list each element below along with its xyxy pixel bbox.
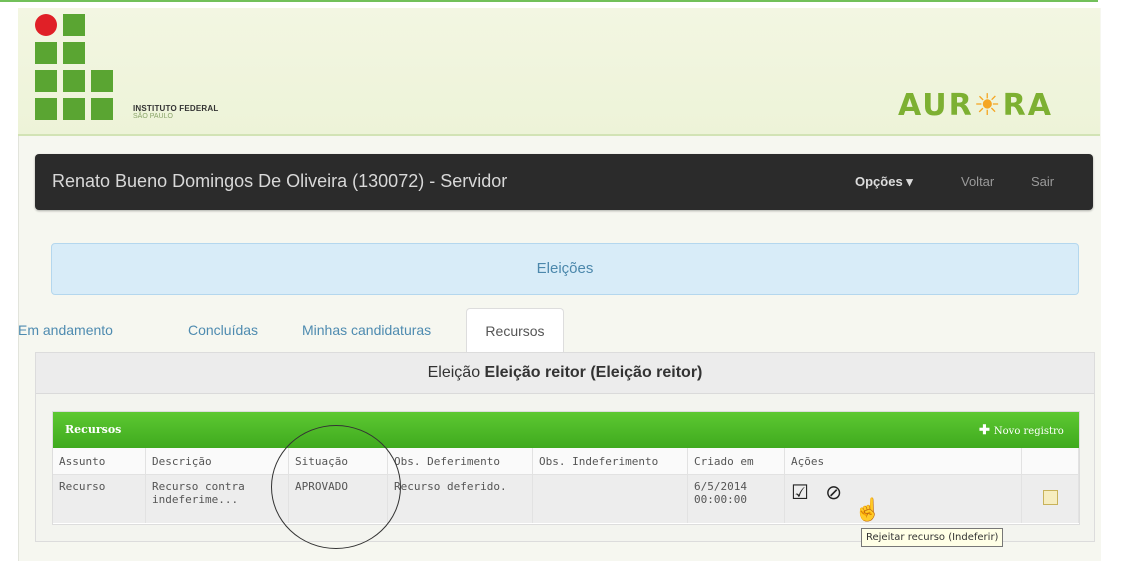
logo-red-dot — [35, 14, 57, 36]
back-link[interactable]: Voltar — [961, 174, 994, 189]
election-panel: Eleição Eleição reitor (Eleição reitor) … — [35, 352, 1095, 542]
cell-edit — [1021, 474, 1079, 523]
aurora-sun-icon: ☀ — [973, 88, 1003, 123]
aurora-logo: AUR☀RA — [898, 88, 1053, 123]
reject-tooltip: Rejeitar recurso (Indeferir) — [861, 528, 1004, 547]
if-logo — [35, 14, 135, 124]
cell-assunto: Recurso — [53, 474, 146, 523]
recursos-grid: Recursos ✚ Novo registro Assunto Descriçã… — [52, 411, 1080, 525]
election-title: Eleição Eleição reitor (Eleição reitor) — [36, 353, 1094, 394]
criado-date: 6/5/2014 — [694, 480, 747, 493]
recursos-toolbar: Recursos ✚ Novo registro — [53, 412, 1079, 448]
descricao-line2: indeferime... — [152, 493, 239, 506]
institution-line1: INSTITUTO FEDERAL — [133, 104, 219, 113]
cell-criado-em: 6/5/2014 00:00:00 — [687, 474, 785, 523]
table-row: Recurso Recurso contra indeferime... APRO… — [53, 474, 1079, 523]
new-record-label: Novo registro — [993, 426, 1064, 437]
descricao-line1: Recurso contra — [152, 480, 245, 493]
col-obs-indeferimento[interactable]: Obs. Indeferimento — [532, 448, 688, 475]
col-descricao[interactable]: Descrição — [145, 448, 289, 475]
cell-acoes: ☑ ⊘ — [784, 474, 1022, 523]
logout-link[interactable]: Sair — [1031, 174, 1054, 189]
reject-ban-icon[interactable]: ⊘ — [825, 480, 842, 504]
plus-icon: ✚ — [979, 423, 990, 438]
tabs-bar: Em andamento Concluídas Minhas candidatu… — [18, 308, 1094, 353]
hand-drawn-circle-annotation — [271, 425, 401, 549]
tab-minhas-candidaturas[interactable]: Minhas candidaturas — [302, 322, 431, 338]
new-record-button[interactable]: ✚ Novo registro — [979, 423, 1064, 438]
col-criado-em[interactable]: Criado em — [687, 448, 785, 475]
recursos-table: Assunto Descrição Situação Obs. Deferime… — [53, 448, 1079, 523]
cell-obs-indeferimento — [532, 474, 688, 523]
criado-time: 00:00:00 — [694, 493, 747, 506]
tab-recursos[interactable]: Recursos — [466, 308, 564, 353]
institution-name: INSTITUTO FEDERAL SÃO PAULO — [133, 104, 218, 120]
col-obs-deferimento[interactable]: Obs. Deferimento — [387, 448, 533, 475]
hand-cursor-icon: ☝ — [854, 497, 882, 522]
page-banner: Eleições — [51, 243, 1079, 295]
cell-descricao: Recurso contra indeferime... — [145, 474, 289, 523]
tab-em-andamento[interactable]: Em andamento — [18, 322, 113, 338]
edit-icon[interactable] — [1042, 490, 1058, 505]
approve-check-icon[interactable]: ☑ — [791, 480, 809, 504]
election-title-name: Eleição reitor (Eleição reitor) — [484, 364, 703, 381]
top-navbar: Renato Bueno Domingos De Oliveira (13007… — [35, 154, 1093, 210]
cell-obs-deferimento: Recurso deferido. — [387, 474, 533, 523]
col-assunto[interactable]: Assunto — [53, 448, 146, 475]
table-header-row: Assunto Descrição Situação Obs. Deferime… — [53, 448, 1079, 475]
election-title-prefix: Eleição — [427, 364, 485, 381]
recursos-title: Recursos — [65, 423, 122, 436]
institution-line2: SÃO PAULO — [133, 113, 173, 120]
tab-concluidas[interactable]: Concluídas — [188, 322, 258, 338]
options-dropdown[interactable]: Opções ▾ — [855, 174, 913, 190]
col-edit — [1021, 448, 1079, 475]
top-accent-line — [0, 0, 1098, 2]
col-acoes: Ações — [784, 448, 1022, 475]
user-name: Renato Bueno Domingos De Oliveira (13007… — [52, 171, 508, 191]
